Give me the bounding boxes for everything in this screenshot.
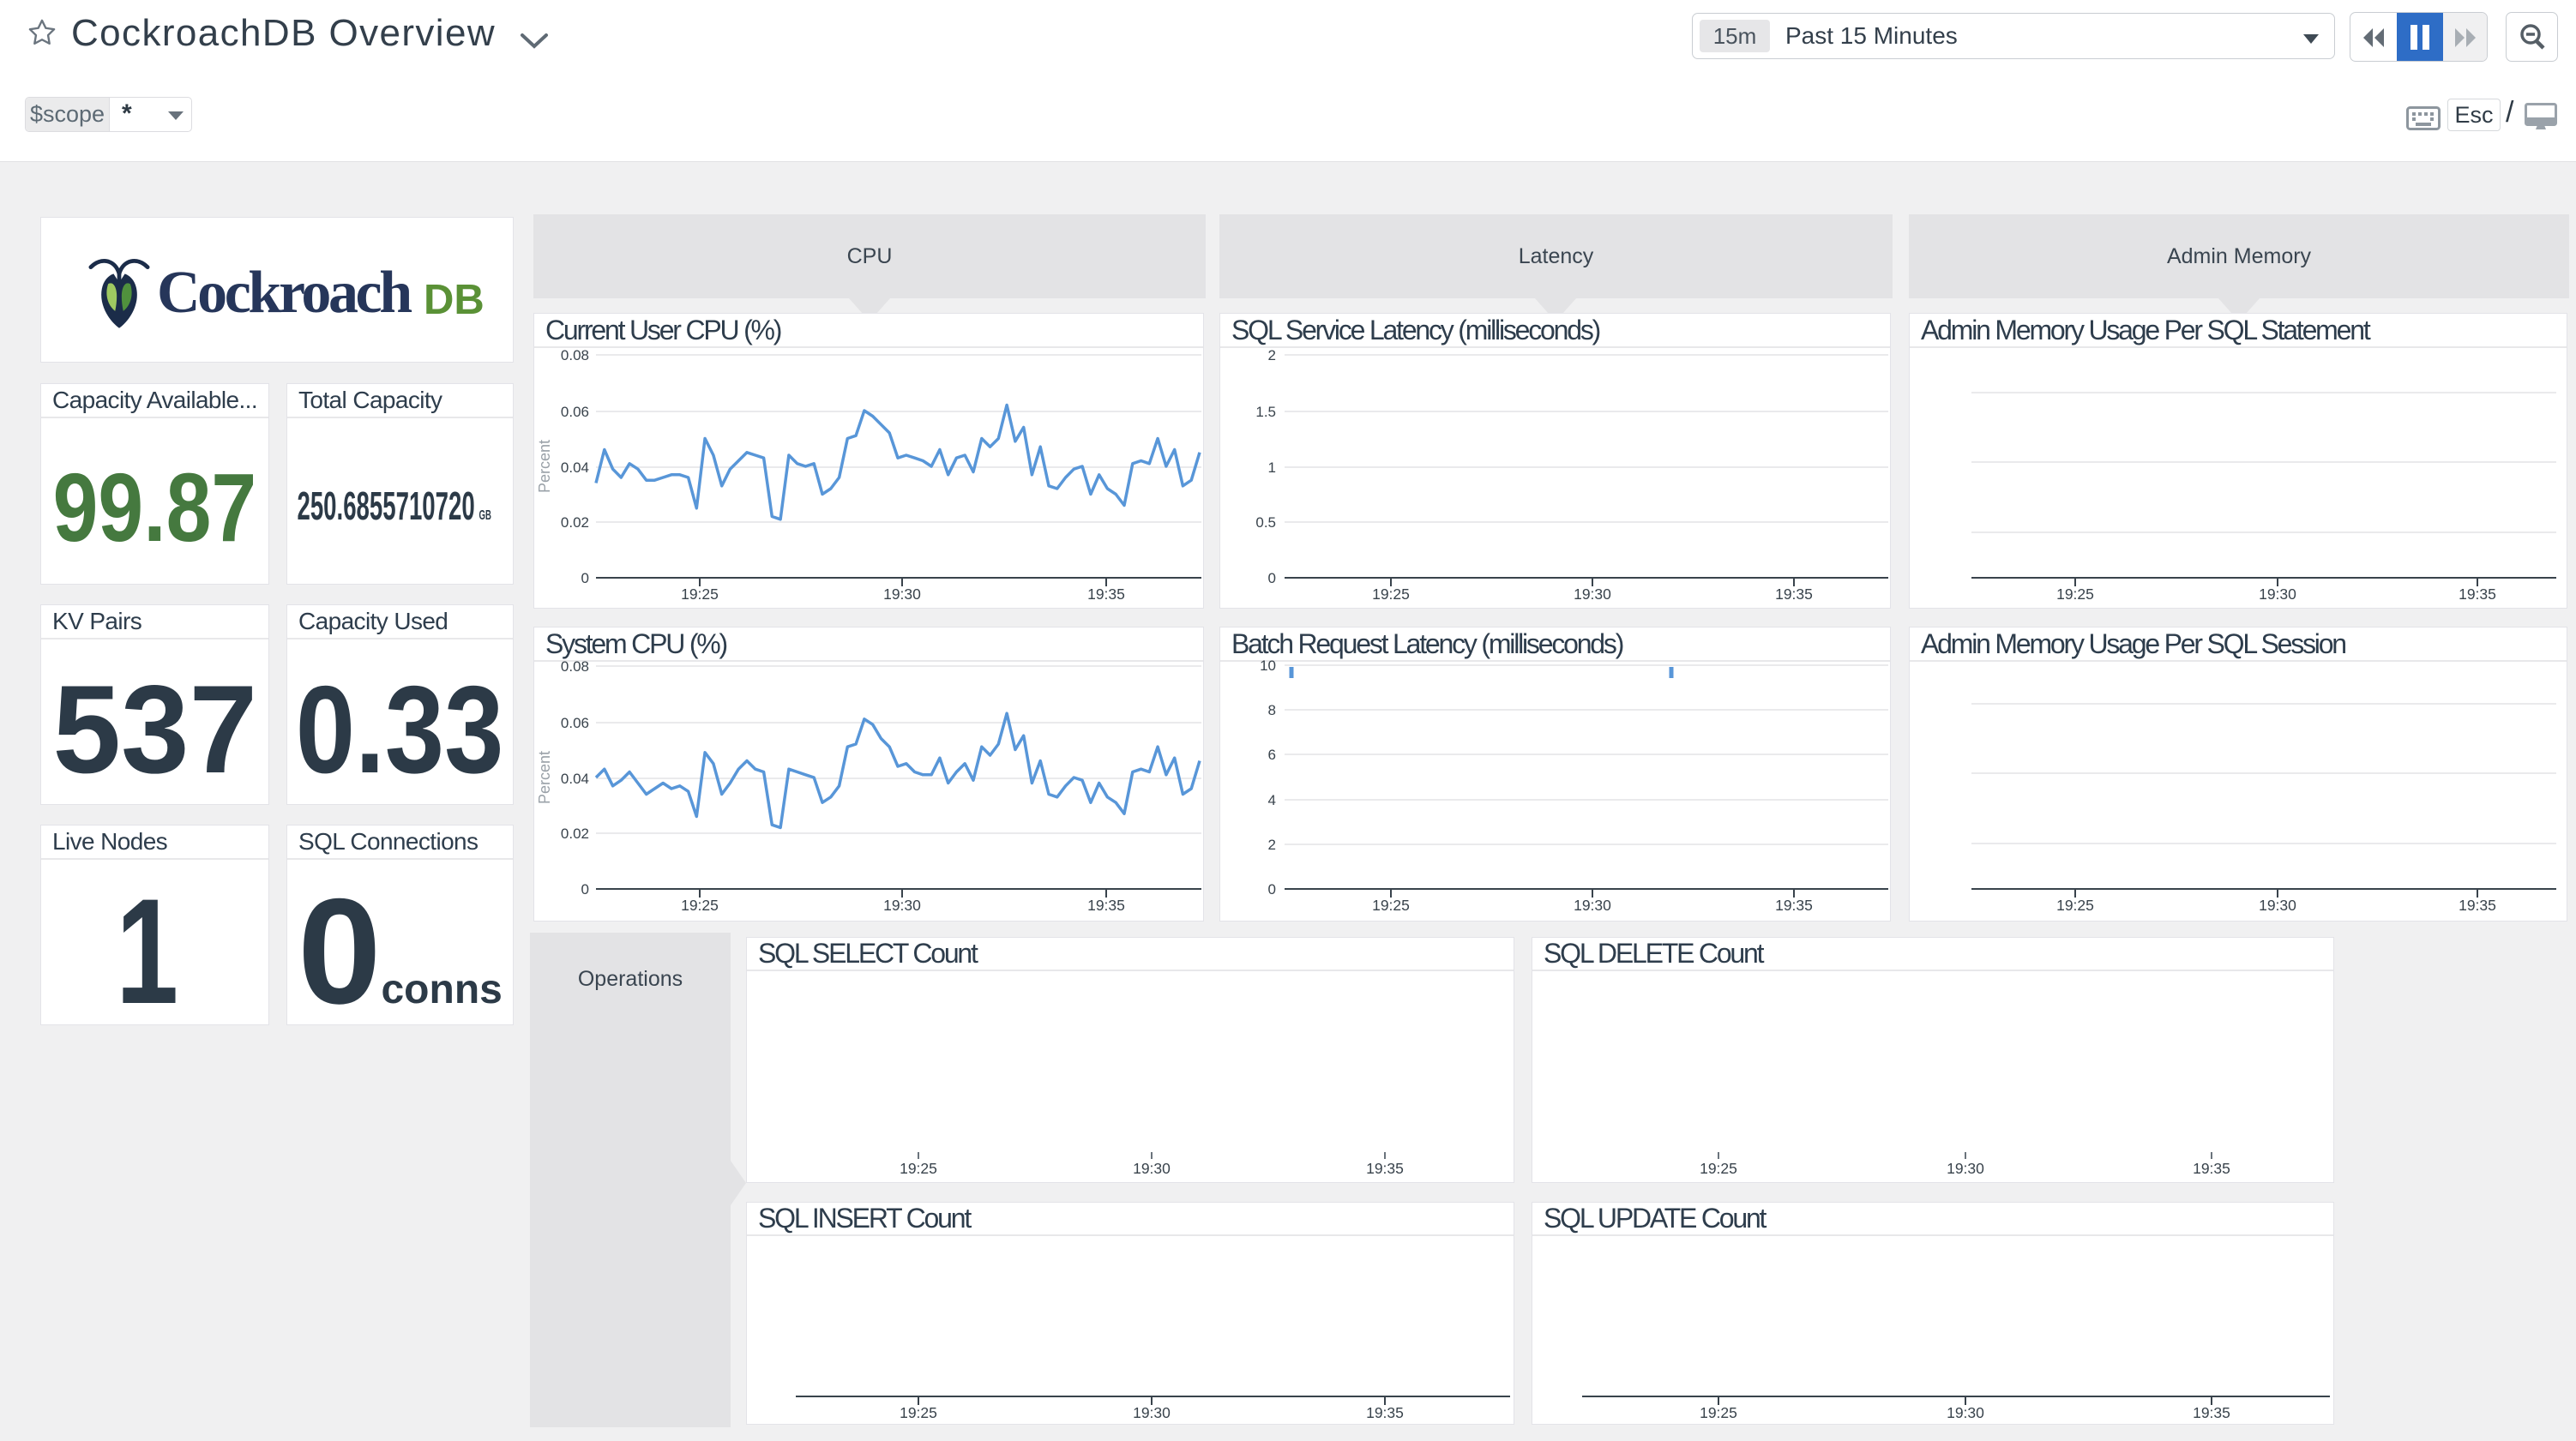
svg-text:19:35: 19:35 [1366,1404,1404,1421]
svg-text:0: 0 [581,570,589,586]
svg-text:19:25: 19:25 [900,1160,937,1177]
svg-text:19:35: 19:35 [2459,897,2496,914]
svg-text:0.08: 0.08 [561,658,589,675]
svg-text:19:35: 19:35 [1775,585,1813,603]
svg-text:19:35: 19:35 [2193,1160,2230,1177]
svg-text:19:30: 19:30 [2259,585,2296,603]
svg-text:2: 2 [1268,347,1276,363]
svg-text:4: 4 [1268,792,1276,808]
svg-text:19:25: 19:25 [1700,1404,1737,1421]
svg-text:19:35: 19:35 [1087,897,1125,914]
svg-text:19:25: 19:25 [1700,1160,1737,1177]
svg-text:Percent: Percent [536,440,553,493]
svg-text:19:30: 19:30 [1947,1160,1984,1177]
svg-text:19:25: 19:25 [1372,897,1410,914]
svg-text:19:35: 19:35 [2459,585,2496,603]
svg-text:19:25: 19:25 [2056,585,2094,603]
svg-text:19:30: 19:30 [1133,1404,1171,1421]
svg-text:19:30: 19:30 [883,585,921,603]
svg-text:19:35: 19:35 [1366,1160,1404,1177]
svg-text:0: 0 [1268,570,1276,586]
svg-text:19:25: 19:25 [681,897,719,914]
svg-text:19:25: 19:25 [1372,585,1410,603]
svg-text:1.5: 1.5 [1255,404,1276,420]
svg-text:0.5: 0.5 [1255,514,1276,531]
svg-text:19:30: 19:30 [1133,1160,1171,1177]
svg-text:19:25: 19:25 [681,585,719,603]
svg-text:0.04: 0.04 [561,459,589,476]
svg-text:0.08: 0.08 [561,347,589,363]
svg-text:Percent: Percent [536,751,553,804]
svg-text:8: 8 [1268,702,1276,718]
svg-text:2: 2 [1268,837,1276,853]
svg-text:1: 1 [1268,459,1276,476]
svg-text:0.02: 0.02 [561,514,589,531]
svg-text:19:30: 19:30 [883,897,921,914]
svg-text:19:30: 19:30 [1574,897,1611,914]
svg-text:6: 6 [1268,747,1276,763]
svg-text:19:35: 19:35 [1087,585,1125,603]
svg-text:0.06: 0.06 [561,404,589,420]
svg-text:19:30: 19:30 [1574,585,1611,603]
svg-text:19:25: 19:25 [2056,897,2094,914]
svg-text:10: 10 [1260,657,1276,674]
svg-text:0: 0 [1268,881,1276,898]
svg-text:0.06: 0.06 [561,715,589,731]
svg-text:19:30: 19:30 [2259,897,2296,914]
svg-text:19:35: 19:35 [1775,897,1813,914]
svg-text:19:35: 19:35 [2193,1404,2230,1421]
svg-text:0.04: 0.04 [561,771,589,787]
svg-text:19:25: 19:25 [900,1404,937,1421]
svg-text:0.02: 0.02 [561,826,589,842]
svg-text:19:30: 19:30 [1947,1404,1984,1421]
svg-text:0: 0 [581,881,589,898]
